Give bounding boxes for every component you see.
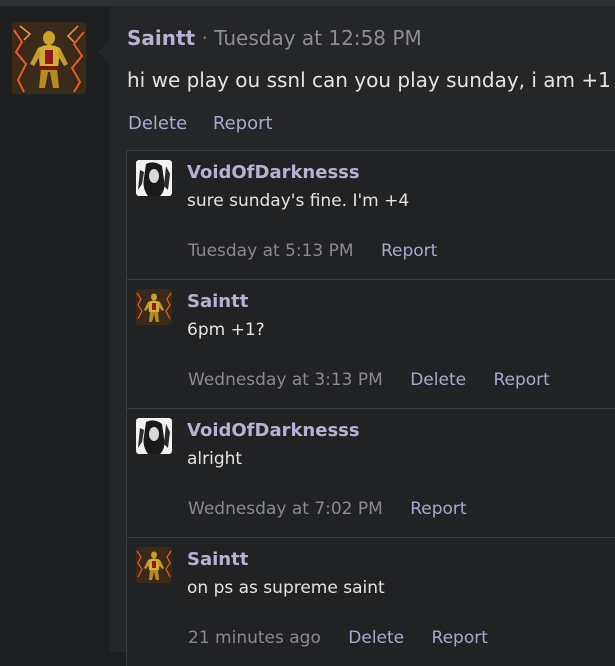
comment-delete-button[interactable]: Delete [410,370,466,390]
comment-item: Saintt on ps as supreme saint 21 minutes… [126,537,615,666]
separator: · [201,26,208,50]
saintt-avatar[interactable] [136,547,172,583]
comment-meta: Tuesday at 5:13 PM Report [188,241,459,261]
comment-item: VoidOfDarknesss alright Wednesday at 7:0… [126,408,615,537]
comment-report-button[interactable]: Report [410,499,466,519]
comment-author[interactable]: Saintt [187,291,248,312]
post-header: Saintt · Tuesday at 12:58 PM [127,26,422,50]
comment-text: sure sunday's fine. I'm +4 [187,191,410,211]
comment-text: alright [187,449,243,469]
saintt-avatar[interactable] [12,22,86,94]
comment-author[interactable]: VoidOfDarknesss [187,420,360,441]
comment-item: VoidOfDarknesss sure sunday's fine. I'm … [126,150,615,279]
avatar-column [0,6,110,652]
comment-author[interactable]: Saintt [187,549,248,570]
void-avatar[interactable] [136,418,172,454]
comment-author[interactable]: VoidOfDarknesss [187,162,360,183]
post-message: hi we play ou ssnl can you play sunday, … [127,68,611,92]
comment-date[interactable]: Wednesday at 3:13 PM [188,370,383,390]
comment-report-button[interactable]: Report [432,628,488,648]
post-delete-button[interactable]: Delete [128,113,187,134]
post-report-button[interactable]: Report [213,113,273,134]
post-author[interactable]: Saintt [127,26,195,50]
comment-item: Saintt 6pm +1? Wednesday at 3:13 PM Dele… [126,279,615,408]
comment-meta: Wednesday at 7:02 PM Report [188,499,489,519]
comment-text: on ps as supreme saint [187,578,385,598]
comment-delete-button[interactable]: Delete [348,628,404,648]
comment-date[interactable]: 21 minutes ago [188,628,321,648]
comment-meta: 21 minutes ago Delete Report [188,628,510,648]
saintt-avatar[interactable] [136,289,172,325]
post-actions: Delete Report [128,113,293,134]
comment-date[interactable]: Wednesday at 7:02 PM [188,499,383,519]
message-pointer [98,40,110,64]
comment-meta: Wednesday at 3:13 PM Delete Report [188,370,572,390]
comment-date[interactable]: Tuesday at 5:13 PM [188,241,354,261]
comment-report-button[interactable]: Report [493,370,549,390]
comment-text: 6pm +1? [187,320,265,340]
comment-report-button[interactable]: Report [381,241,437,261]
comment-list: VoidOfDarknesss sure sunday's fine. I'm … [126,150,615,666]
void-avatar[interactable] [136,160,172,196]
post-date[interactable]: Tuesday at 12:58 PM [214,26,422,50]
